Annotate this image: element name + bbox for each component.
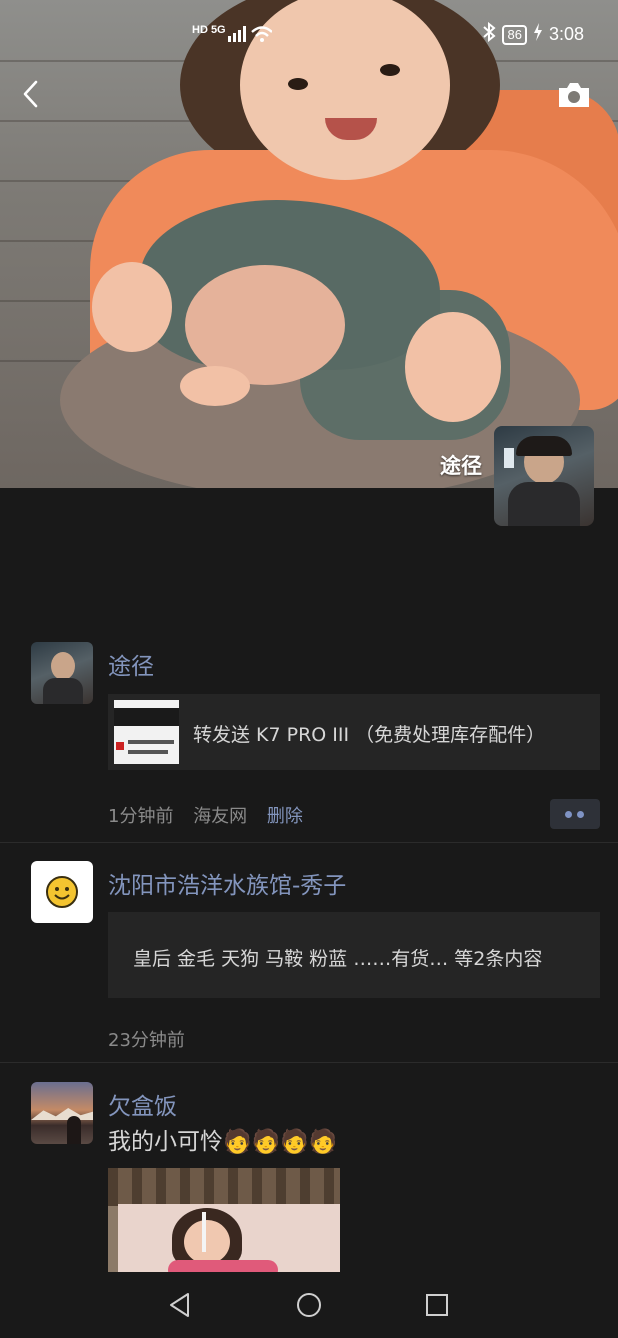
nav-home-button[interactable] — [294, 1290, 324, 1320]
folded-posts-card[interactable]: 皇后 金毛 天狗 马鞍 粉蓝 ……有货… 等2条内容 — [108, 912, 600, 998]
clock: 3:08 — [548, 24, 584, 44]
post-author[interactable]: 欠盒饭 — [108, 1087, 177, 1121]
status-bar: HD 5G 86 3:08 — [0, 14, 618, 54]
system-nav-bar — [0, 1272, 618, 1338]
post-time: 1分钟前 — [108, 806, 174, 827]
back-button[interactable] — [18, 76, 48, 112]
charging-icon — [533, 23, 543, 46]
post-text-body: 我的小可怜 — [108, 1129, 223, 1155]
smiley-icon — [46, 876, 78, 908]
post-image[interactable] — [108, 1168, 340, 1272]
camera-icon — [559, 83, 589, 107]
bluetooth-icon — [482, 21, 497, 47]
delete-button[interactable]: 删除 — [267, 806, 303, 827]
person-emoji: 🧑🧑🧑🧑 — [223, 1129, 338, 1155]
post-author[interactable]: 沈阳市浩洋水族馆-秀子 — [108, 866, 346, 900]
link-title: 转发送 K7 PRO III （免费处理库存配件） — [193, 724, 546, 746]
nav-recents-button[interactable] — [422, 1290, 452, 1320]
post-avatar[interactable] — [31, 642, 93, 704]
nav-back-icon — [170, 1293, 189, 1317]
link-thumbnail — [114, 700, 179, 764]
owner-name[interactable]: 途径 — [440, 450, 482, 480]
shared-link-card[interactable]: 转发送 K7 PRO III （免费处理库存配件） — [108, 694, 600, 770]
nav-recents-icon — [426, 1294, 448, 1316]
more-actions-button[interactable] — [550, 799, 600, 829]
post-source[interactable]: 海友网 — [193, 806, 247, 827]
post-avatar[interactable] — [31, 1082, 93, 1144]
back-arrow-icon — [23, 80, 38, 108]
post-text: 我的小可怜🧑🧑🧑🧑 — [108, 1122, 338, 1156]
signal-icon — [228, 24, 273, 49]
battery-indicator: 86 — [502, 24, 527, 45]
folded-posts-text: 皇后 金毛 天狗 马鞍 粉蓝 ……有货… 等2条内容 — [133, 948, 543, 970]
network-indicator: HD 5G — [192, 24, 226, 36]
nav-home-icon — [297, 1293, 321, 1317]
nav-back-button[interactable] — [166, 1290, 196, 1320]
cover-photo[interactable]: HD 5G 86 3:08 途径 — [0, 0, 618, 488]
post-meta: 1分钟前 海友网 删除 — [108, 802, 303, 828]
owner-avatar[interactable] — [494, 426, 594, 526]
camera-button[interactable] — [556, 80, 592, 110]
post-avatar[interactable] — [31, 861, 93, 923]
post-author[interactable]: 途径 — [108, 647, 154, 681]
post-time: 23分钟前 — [108, 1030, 185, 1051]
